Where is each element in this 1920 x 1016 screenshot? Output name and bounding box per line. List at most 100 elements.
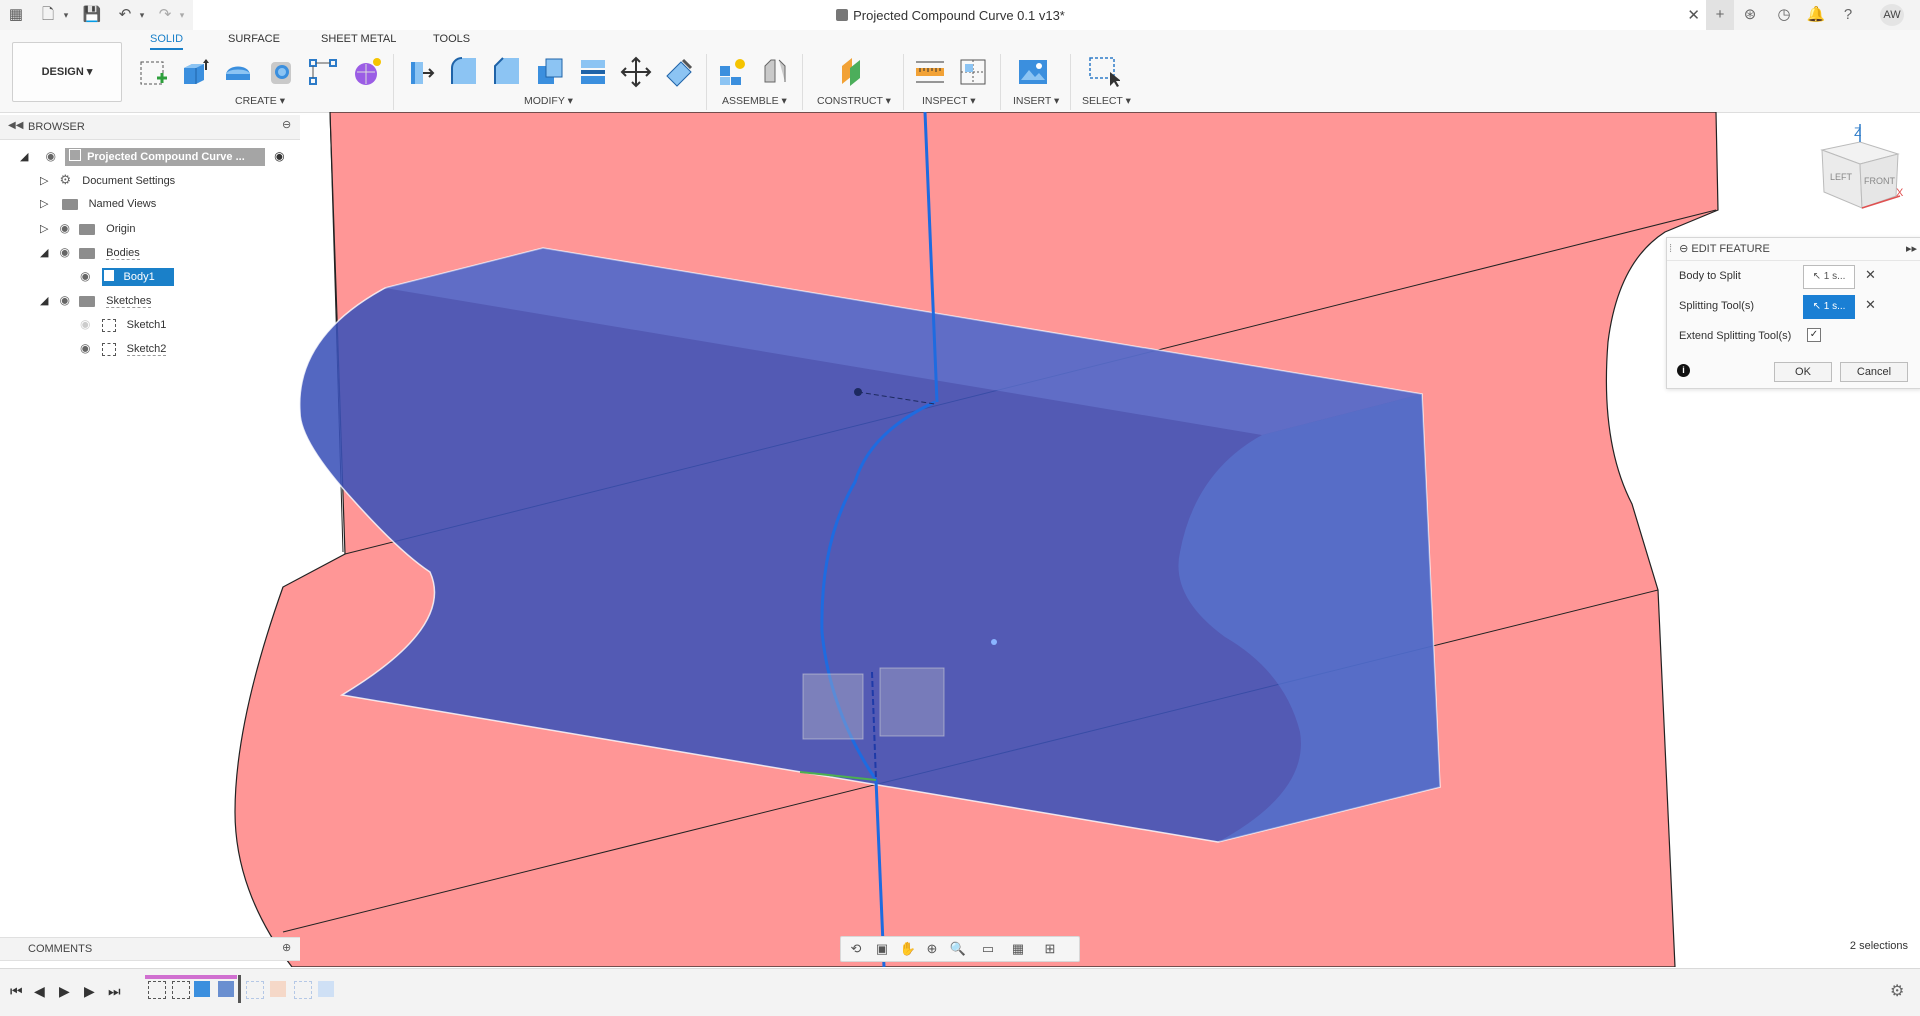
tree-item-body1[interactable]: ◉ Body1 bbox=[80, 265, 174, 287]
timeline-future-feature-icon[interactable] bbox=[294, 981, 312, 999]
clear-tool-selection-icon[interactable]: ✕ bbox=[1865, 297, 1876, 313]
sweep-icon[interactable] bbox=[266, 56, 298, 88]
splitting-tools-selector[interactable]: ↖ 1 s... bbox=[1803, 295, 1855, 319]
modify-menu[interactable]: MODIFY ▾ bbox=[524, 95, 573, 107]
go-to-end-icon[interactable]: ⏭ bbox=[108, 983, 121, 1000]
tree-item-origin[interactable]: ▷ ◉ Origin bbox=[40, 217, 135, 239]
zoom-icon[interactable]: ⊕ bbox=[921, 940, 943, 958]
expand-triangle-icon[interactable]: ▷ bbox=[40, 198, 48, 210]
expand-triangle-icon[interactable]: ▷ bbox=[40, 223, 48, 235]
move-icon[interactable] bbox=[620, 56, 652, 88]
browser-options-icon[interactable]: ⊖ bbox=[282, 118, 291, 131]
revolve-icon[interactable] bbox=[222, 56, 254, 88]
measure-icon[interactable] bbox=[914, 56, 946, 88]
chevron-down-icon[interactable]: ▾ bbox=[56, 5, 76, 25]
undo-dropdown-icon[interactable]: ▾ bbox=[132, 5, 152, 25]
timeline-sketch2-icon[interactable] bbox=[172, 981, 190, 999]
form-icon[interactable] bbox=[351, 56, 383, 88]
expand-dialog-icon[interactable]: ▸▸ bbox=[1906, 238, 1917, 260]
document-tab[interactable]: Projected Compound Curve 0.1 v13* ✕ bbox=[193, 0, 1708, 30]
close-tab-icon[interactable]: ✕ bbox=[1687, 6, 1700, 24]
notifications-icon[interactable]: 🔔 bbox=[1806, 5, 1826, 25]
fillet-icon[interactable] bbox=[448, 56, 480, 88]
timeline-marker[interactable] bbox=[238, 975, 241, 1003]
visibility-eye-icon[interactable]: ◉ bbox=[60, 241, 70, 263]
transform-manipulator[interactable] bbox=[879, 667, 945, 737]
ok-button[interactable]: OK bbox=[1774, 362, 1832, 382]
tree-item-sketch1[interactable]: ◉ Sketch1 bbox=[80, 313, 166, 335]
shell-icon[interactable] bbox=[534, 56, 566, 88]
hidden-eye-icon[interactable]: ◉ bbox=[80, 313, 90, 335]
tab-sheet-metal[interactable]: SHEET METAL bbox=[321, 33, 396, 45]
grid-settings-icon[interactable]: ▦ bbox=[1007, 940, 1029, 958]
file-menu-icon[interactable]: 🗋 bbox=[38, 5, 58, 25]
clear-body-selection-icon[interactable]: ✕ bbox=[1865, 267, 1876, 283]
tree-root[interactable]: ◢ ◉ Projected Compound Curve ... ◉ bbox=[20, 145, 300, 167]
split-body-icon[interactable] bbox=[577, 56, 609, 88]
extrude-icon[interactable] bbox=[178, 56, 210, 88]
expand-triangle-icon[interactable]: ◢ bbox=[40, 295, 48, 307]
redo-dropdown-icon[interactable]: ▾ bbox=[172, 5, 192, 25]
tab-solid[interactable]: SOLID bbox=[150, 33, 184, 50]
job-status-icon[interactable]: ◷ bbox=[1774, 5, 1794, 25]
transform-manipulator[interactable] bbox=[802, 673, 864, 740]
insert-canvas-icon[interactable] bbox=[1017, 56, 1049, 88]
new-component-icon[interactable] bbox=[716, 56, 748, 88]
expand-triangle-icon[interactable]: ◢ bbox=[20, 151, 28, 163]
expand-triangle-icon[interactable]: ◢ bbox=[40, 247, 48, 259]
new-tab-icon[interactable]: + bbox=[1706, 0, 1734, 30]
tree-item-sketches[interactable]: ◢ ◉ Sketches bbox=[40, 289, 152, 311]
timeline-future-feature-icon[interactable] bbox=[246, 981, 264, 999]
visibility-eye-icon[interactable]: ◉ bbox=[80, 265, 90, 287]
window-select-icon[interactable] bbox=[1088, 56, 1120, 88]
joint-icon[interactable] bbox=[759, 56, 791, 88]
timeline-sketch1-icon[interactable] bbox=[148, 981, 166, 999]
timeline-future-feature-icon[interactable] bbox=[270, 981, 286, 997]
tab-tools[interactable]: TOOLS bbox=[433, 33, 470, 45]
fit-icon[interactable]: 🔍 bbox=[947, 940, 969, 958]
extend-splitting-tools-checkbox[interactable]: ✓ bbox=[1807, 328, 1821, 342]
inspect-menu[interactable]: INSPECT ▾ bbox=[922, 95, 976, 107]
timeline-future-feature-icon[interactable] bbox=[318, 981, 334, 997]
orbit-icon[interactable]: ⟲ bbox=[845, 940, 867, 958]
step-forward-icon[interactable]: ▶ bbox=[84, 983, 95, 1000]
timeline-extrude-icon[interactable] bbox=[194, 981, 210, 997]
chamfer-icon[interactable] bbox=[491, 56, 523, 88]
timeline-split-icon[interactable] bbox=[218, 981, 234, 997]
create-menu[interactable]: CREATE ▾ bbox=[235, 95, 285, 107]
tree-item-named-views[interactable]: ▷ Named Views bbox=[40, 193, 156, 215]
select-menu[interactable]: SELECT ▾ bbox=[1082, 95, 1131, 107]
display-settings-icon[interactable]: ▭ bbox=[977, 940, 999, 958]
comments-panel[interactable]: COMMENTS ⊕ bbox=[0, 937, 300, 961]
extensions-icon[interactable]: ⊛ bbox=[1740, 5, 1760, 25]
go-to-start-icon[interactable]: ⏮ bbox=[10, 983, 23, 1000]
collapse-dialog-icon[interactable]: ⊖ bbox=[1679, 243, 1688, 255]
view-cube[interactable]: Z LEFT FRONT X bbox=[1820, 124, 1904, 209]
tab-surface[interactable]: SURFACE bbox=[228, 33, 280, 45]
visibility-eye-icon[interactable]: ◉ bbox=[46, 145, 56, 167]
create-sketch-icon[interactable] bbox=[137, 56, 169, 88]
tree-item-sketch2[interactable]: ◉ Sketch2 bbox=[80, 337, 167, 359]
drag-handle-icon[interactable]: ⁞ bbox=[1669, 243, 1672, 255]
timeline-settings-gear-icon[interactable]: ⚙ bbox=[1890, 981, 1904, 1001]
visibility-eye-icon[interactable]: ◉ bbox=[60, 217, 70, 239]
app-grid-icon[interactable]: ▦ bbox=[6, 5, 26, 25]
play-icon[interactable]: ▶ bbox=[59, 983, 70, 1000]
step-back-icon[interactable]: ◀ bbox=[34, 983, 45, 1000]
insert-menu[interactable]: INSERT ▾ bbox=[1013, 95, 1059, 107]
rectangular-pattern-icon[interactable] bbox=[307, 56, 339, 88]
visibility-eye-icon[interactable]: ◉ bbox=[60, 289, 70, 311]
tree-item-document-settings[interactable]: ▷ ⚙ Document Settings bbox=[40, 169, 175, 191]
help-icon[interactable]: ? bbox=[1838, 5, 1858, 25]
collapse-panel-icon[interactable]: ◀◀ bbox=[8, 120, 23, 131]
construct-menu[interactable]: CONSTRUCT ▾ bbox=[817, 95, 891, 107]
expand-triangle-icon[interactable]: ▷ bbox=[40, 175, 48, 187]
activate-component-icon[interactable]: ◉ bbox=[274, 149, 284, 163]
assemble-menu[interactable]: ASSEMBLE ▾ bbox=[722, 95, 787, 107]
physical-material-icon[interactable] bbox=[663, 56, 695, 88]
offset-plane-icon[interactable] bbox=[836, 56, 868, 88]
body-to-split-selector[interactable]: ↖ 1 s... bbox=[1803, 265, 1855, 289]
pan-icon[interactable]: ✋ bbox=[897, 940, 919, 958]
info-icon[interactable]: i bbox=[1677, 364, 1690, 377]
section-analysis-icon[interactable] bbox=[957, 56, 989, 88]
